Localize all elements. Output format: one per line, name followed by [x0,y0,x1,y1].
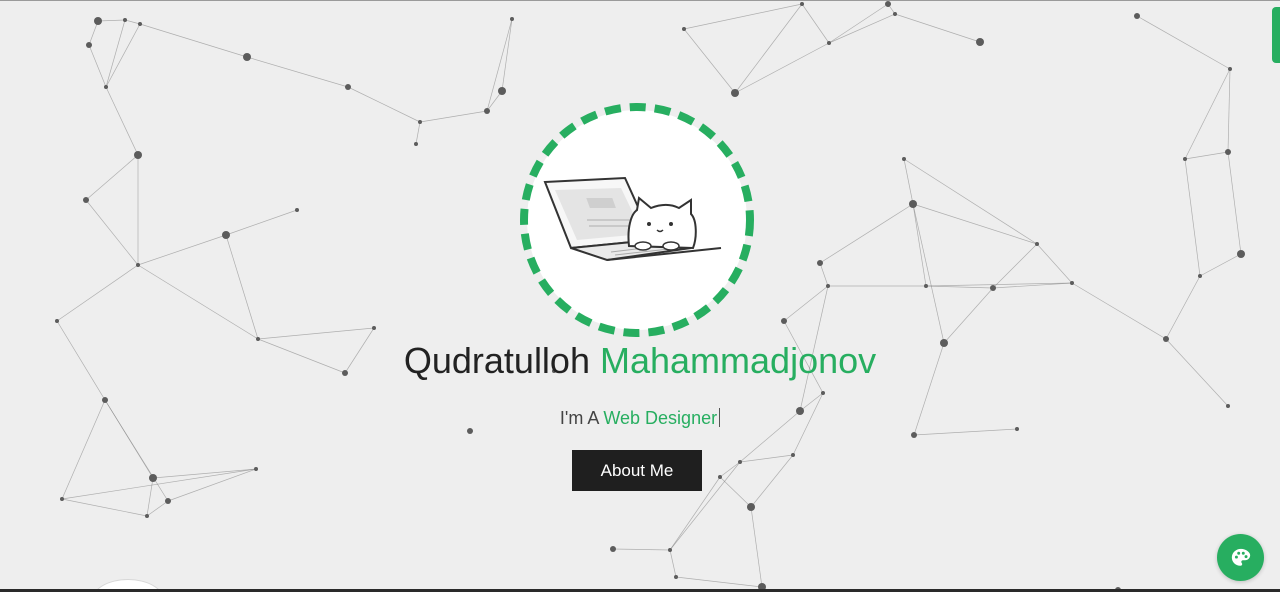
about-me-button[interactable]: About Me [572,450,702,491]
hero-section: Qudratulloh Mahammadjonov I'm A Web Desi… [0,1,1280,592]
typing-caret [719,408,721,427]
theme-switcher-button[interactable] [1217,534,1264,581]
avatar [519,102,755,338]
hero-name: Qudratulloh Mahammadjonov [0,337,1280,385]
tagline-prefix: I'm A [559,408,599,428]
hero-tagline: I'm A Web Designer [0,406,1280,430]
last-name: Mahammadjonov [600,340,877,381]
tagline-role: Web Designer [603,408,718,428]
first-name: Qudratulloh [403,340,590,381]
cat-laptop-illustration [520,103,754,337]
scroll-indicator[interactable] [1272,7,1280,63]
palette-icon [1231,548,1250,566]
page: Qudratulloh Mahammadjonov I'm A Web Desi… [0,0,1280,592]
